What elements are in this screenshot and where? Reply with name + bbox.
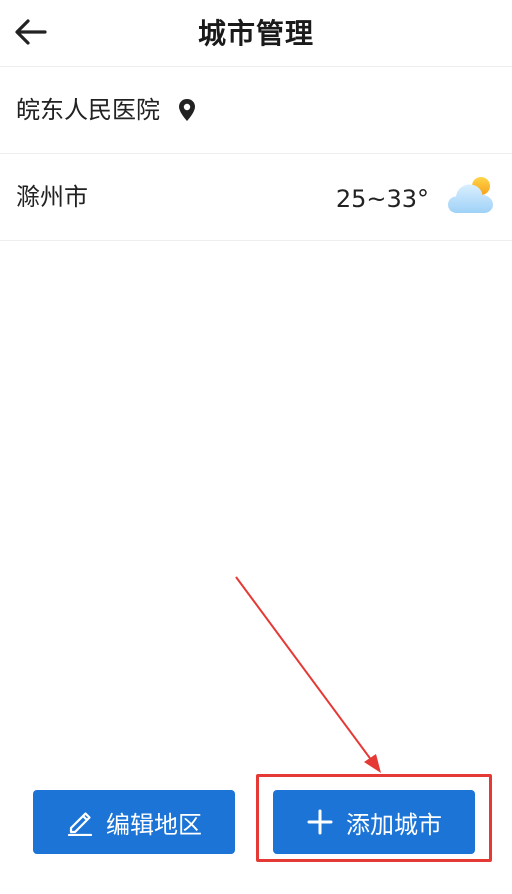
location-row[interactable]: 皖东人民医院 bbox=[0, 67, 512, 154]
page-title: 城市管理 bbox=[197, 17, 314, 50]
header-bar: 城市管理 bbox=[0, 0, 512, 67]
location-label: 皖东人民医院 bbox=[16, 96, 160, 124]
temperature-range: 25~33° bbox=[335, 185, 429, 213]
edit-region-button[interactable]: 编辑地区 bbox=[33, 790, 235, 854]
location-pin-icon bbox=[176, 98, 198, 122]
city-label: 滁州市 bbox=[16, 183, 88, 211]
partly-cloudy-icon bbox=[447, 175, 495, 219]
edit-region-label: 编辑地区 bbox=[106, 810, 202, 839]
city-management-screen: 城市管理 皖东人民医院 滁州市 25~33° 编辑地区 添加城市 bbox=[0, 0, 512, 894]
city-row[interactable]: 滁州市 25~33° bbox=[0, 154, 512, 241]
pencil-icon bbox=[66, 808, 94, 836]
annotation-highlight-box bbox=[256, 774, 492, 862]
